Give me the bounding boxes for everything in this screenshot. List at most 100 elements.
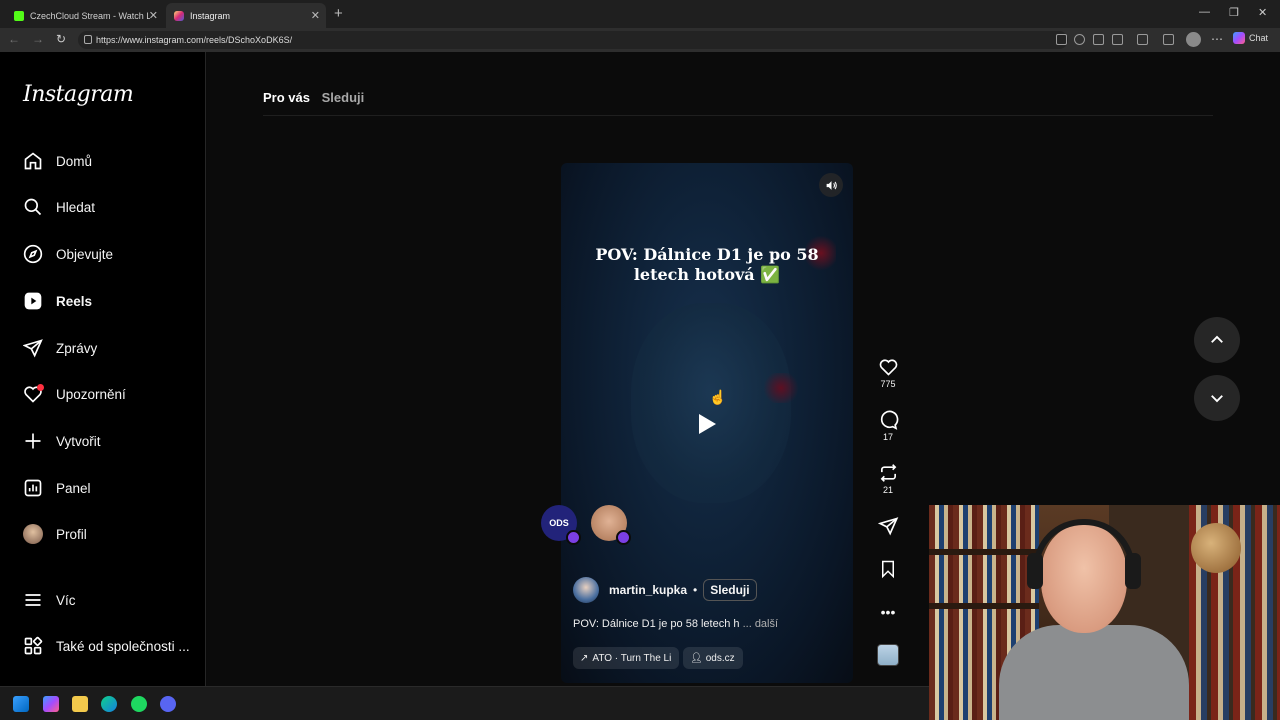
tab-title: CzechCloud Stream - Watch Live o <box>30 10 150 21</box>
spotify-icon[interactable] <box>131 696 147 712</box>
restore-icon[interactable]: ❐ <box>1229 6 1239 19</box>
caption-text: POV: Dálnice D1 je po 58 letech h <box>573 618 740 630</box>
send-icon <box>22 337 44 359</box>
collab-badge-icon <box>616 530 631 545</box>
browser-tab-bar: CzechCloud Stream - Watch Live o ✕ Insta… <box>0 0 1280 28</box>
sidebar-item-more[interactable]: Víc <box>22 586 76 614</box>
play-button[interactable] <box>697 413 717 440</box>
feed-tabs: Pro vás Sleduji <box>263 90 364 105</box>
like-action[interactable]: 775 <box>875 357 901 389</box>
instagram-logo[interactable]: Instagram <box>23 82 134 107</box>
repost-icon <box>880 464 896 482</box>
windows-start-icon[interactable] <box>13 696 29 712</box>
author-avatar[interactable] <box>573 577 599 603</box>
globe-decoration <box>1191 523 1241 573</box>
sidebar-item-messages[interactable]: Zprávy <box>22 334 97 362</box>
sidebar-item-reels[interactable]: Reels <box>22 287 92 315</box>
speaker-icon <box>826 180 837 190</box>
streamer-shirt <box>999 625 1189 720</box>
collab-label: ODS <box>549 518 569 528</box>
copilot-icon[interactable] <box>43 696 59 712</box>
back-icon[interactable]: ← <box>8 32 20 46</box>
more-menu-icon[interactable]: ⋯ <box>1211 32 1223 46</box>
app-available-icon[interactable] <box>1056 34 1067 45</box>
tab-title: Instagram <box>190 10 231 21</box>
caption-more-link[interactable]: ... další <box>743 618 778 630</box>
comment-action[interactable]: 17 <box>875 410 901 442</box>
home-icon <box>22 150 44 172</box>
collab-avatar-person[interactable] <box>591 505 631 545</box>
browser-profile-avatar[interactable] <box>1186 32 1201 47</box>
new-tab-icon[interactable]: + <box>334 5 343 22</box>
forward-icon[interactable]: → <box>32 32 44 46</box>
sidebar-item-search[interactable]: Hledat <box>22 193 95 221</box>
more-options-icon[interactable]: ••• <box>875 604 901 620</box>
browser-tab-instagram[interactable]: Instagram ✕ <box>166 3 326 28</box>
link-text: ods.cz <box>705 652 735 664</box>
browser-essentials-icon[interactable] <box>1163 34 1174 45</box>
divider <box>263 115 1213 116</box>
previous-reel-button[interactable] <box>1194 317 1240 363</box>
repost-count: 21 <box>882 485 893 495</box>
file-explorer-icon[interactable] <box>72 696 88 712</box>
share-action[interactable] <box>875 516 901 538</box>
tab-for-you[interactable]: Pro vás <box>263 90 310 105</box>
url-text: https://www.instagram.com/reels/DSchoXoD… <box>96 35 293 45</box>
read-aloud-icon[interactable] <box>1093 34 1104 45</box>
sidebar-item-label: Upozornění <box>56 386 126 402</box>
sidebar-item-label: Víc <box>56 592 76 608</box>
collab-badge-icon <box>566 530 581 545</box>
close-tab-icon[interactable]: ✕ <box>149 9 158 22</box>
reels-icon <box>22 290 44 312</box>
minimize-icon[interactable]: — <box>1199 6 1210 18</box>
reel-caption[interactable]: POV: Dálnice D1 je po 58 letech h ... da… <box>573 618 843 630</box>
extensions-icon[interactable] <box>1137 34 1148 45</box>
heart-icon <box>22 383 44 405</box>
arrow-up-right-icon: ↗ <box>580 652 589 664</box>
address-bar-row: ← → ↻ https://www.instagram.com/reels/DS… <box>0 28 1280 52</box>
tab-following[interactable]: Sleduji <box>322 90 365 105</box>
follow-button[interactable]: Sleduji <box>703 579 757 601</box>
avatar <box>22 523 44 545</box>
favorite-star-icon[interactable] <box>1112 34 1123 45</box>
instagram-favicon-icon <box>174 10 184 21</box>
like-count: 775 <box>880 379 896 389</box>
mouse-cursor-icon: ☝ <box>709 389 727 405</box>
author-username[interactable]: martin_kupka <box>609 583 687 597</box>
sidebar-item-dashboard[interactable]: Panel <box>22 474 91 502</box>
apps-icon <box>22 635 44 657</box>
edge-browser-icon[interactable] <box>101 696 117 712</box>
reel-video[interactable]: POV: Dálnice D1 je po 58 letech hotová ✅… <box>561 163 853 683</box>
next-reel-button[interactable] <box>1194 375 1240 421</box>
close-window-icon[interactable]: ✕ <box>1258 6 1267 19</box>
url-field[interactable]: https://www.instagram.com/reels/DSchoXoD… <box>78 31 1068 49</box>
site-info-icon[interactable] <box>84 35 92 44</box>
collab-avatar-ods[interactable]: ODS <box>541 505 581 545</box>
zoom-icon[interactable] <box>1074 34 1085 45</box>
save-action[interactable] <box>875 559 901 581</box>
person-icon: 👤︎ <box>690 652 703 664</box>
sidebar-item-label: Zprávy <box>56 340 98 356</box>
close-tab-icon[interactable]: ✕ <box>311 9 320 22</box>
sidebar-item-profile[interactable]: Profil <box>22 520 87 548</box>
reel-author: martin_kupka • Sleduji <box>573 577 757 603</box>
send-icon <box>877 517 898 536</box>
browser-tab-czechcloud[interactable]: CzechCloud Stream - Watch Live o ✕ <box>6 3 164 28</box>
discord-icon[interactable] <box>160 696 176 712</box>
sidebar-item-create[interactable]: Vytvořit <box>22 427 101 455</box>
sidebar-item-label: Profil <box>56 526 87 542</box>
sidebar-item-explore[interactable]: Objevujte <box>22 240 113 268</box>
audio-thumbnail[interactable] <box>877 644 899 666</box>
notification-dot <box>37 384 44 391</box>
sidebar-item-meta-apps[interactable]: Také od společnosti ... <box>22 632 190 660</box>
link-chip[interactable]: 👤︎ ods.cz <box>683 647 743 669</box>
audio-chip[interactable]: ↗ ATO · Turn The Li <box>573 647 679 669</box>
sidebar-item-label: Domů <box>56 153 93 169</box>
sidebar-item-home[interactable]: Domů <box>22 147 92 175</box>
sound-toggle-button[interactable] <box>819 173 843 197</box>
repost-action[interactable]: 21 <box>875 463 901 495</box>
reload-icon[interactable]: ↻ <box>56 32 66 46</box>
sidebar-item-notifications[interactable]: Upozornění <box>22 380 126 408</box>
copilot-icon <box>1233 32 1245 44</box>
copilot-chat-button[interactable]: Chat <box>1233 32 1268 44</box>
